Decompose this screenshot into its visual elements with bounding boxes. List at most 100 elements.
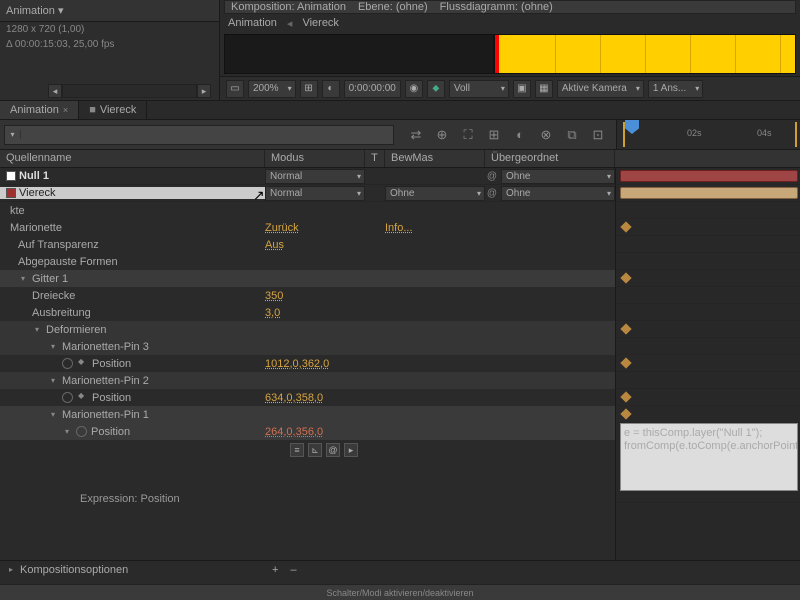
- parent-select[interactable]: Ohne: [501, 186, 615, 201]
- timeline-ruler[interactable]: 02s 04s: [616, 120, 800, 149]
- timecode[interactable]: 0:00:00:00: [344, 80, 401, 98]
- twirl-icon[interactable]: ▾: [18, 274, 28, 283]
- pickwhip-icon[interactable]: @: [485, 186, 499, 200]
- val-pos3[interactable]: 1012,0,362,0: [265, 358, 385, 370]
- prop-abgepaust[interactable]: Abgepauste Formen: [0, 256, 265, 268]
- channel-icon[interactable]: ⬥: [427, 80, 445, 98]
- val-info[interactable]: Info...: [385, 222, 465, 234]
- val-pos1[interactable]: 264,0,356,0: [265, 426, 385, 438]
- graph-icon[interactable]: ⧉: [562, 125, 582, 145]
- layer-bar-viereck[interactable]: [620, 187, 798, 199]
- keyframe-icon[interactable]: [620, 408, 631, 419]
- prop-ausbreitung[interactable]: Ausbreitung: [0, 307, 265, 319]
- val-dreiecke[interactable]: 350: [265, 290, 385, 302]
- mode-select[interactable]: Normal: [265, 186, 365, 201]
- snapshot-icon[interactable]: ◉: [405, 80, 423, 98]
- prop-pin2[interactable]: ▾Marionetten-Pin 2: [0, 375, 265, 387]
- layer-null1[interactable]: Null 1 Normal @Ohne: [0, 168, 615, 185]
- prop-pin3[interactable]: ▾Marionetten-Pin 3: [0, 341, 265, 353]
- mode-select[interactable]: Normal: [265, 169, 365, 184]
- val-pos2[interactable]: 634,0,358,0: [265, 392, 385, 404]
- crumb-viereck[interactable]: Viereck: [302, 17, 338, 29]
- prop-position1[interactable]: ▾Position: [0, 426, 265, 438]
- val-aus[interactable]: Aus: [265, 239, 385, 251]
- parent-select[interactable]: Ohne: [501, 169, 615, 184]
- tab-animation[interactable]: Animation×: [0, 101, 79, 119]
- keyframe-nav-icon[interactable]: [77, 358, 88, 369]
- timeline-area[interactable]: e = thisComp.layer("Null 1"); fromComp(e…: [615, 168, 800, 560]
- trackmatte-select[interactable]: Ohne: [385, 186, 485, 201]
- prop-gitter[interactable]: ▾Gitter 1: [0, 273, 265, 285]
- layer-name-input[interactable]: [19, 187, 250, 199]
- views-select[interactable]: 1 Ans...: [648, 80, 703, 98]
- zoom-select[interactable]: 200%: [248, 80, 296, 98]
- twirl-icon[interactable]: ▾: [62, 427, 72, 436]
- twirl-icon[interactable]: ▾: [32, 325, 42, 334]
- tool-icon-8[interactable]: ⊡: [588, 125, 608, 145]
- scroll-track[interactable]: [62, 84, 197, 98]
- layer-viereck[interactable]: Normal Ohne @Ohne: [0, 185, 615, 202]
- header-mode[interactable]: Modus: [265, 150, 365, 167]
- twirl-icon[interactable]: ▸: [6, 565, 16, 574]
- expr-pickwhip-icon[interactable]: @: [326, 443, 340, 457]
- val-ausbreitung[interactable]: 3,0: [265, 307, 385, 319]
- comp-title[interactable]: Animation ▾: [0, 0, 219, 22]
- timeline-search[interactable]: ▾: [4, 125, 394, 145]
- expression-editor[interactable]: e = thisComp.layer("Null 1"); fromComp(e…: [620, 423, 798, 491]
- prop-deformieren[interactable]: ▾Deformieren: [0, 324, 265, 336]
- prop-position3[interactable]: Position: [0, 358, 265, 370]
- region-icon[interactable]: ▣: [513, 80, 531, 98]
- playhead-icon[interactable]: [625, 120, 639, 134]
- scroll-right-icon[interactable]: ▸: [197, 84, 211, 98]
- stopwatch-icon[interactable]: [76, 426, 87, 437]
- search-dropdown-icon[interactable]: ▾: [5, 130, 21, 139]
- stopwatch-icon[interactable]: [62, 392, 73, 403]
- prop-pin1[interactable]: ▾Marionetten-Pin 1: [0, 409, 265, 421]
- close-icon[interactable]: ×: [63, 105, 68, 115]
- shy-icon[interactable]: ⛶: [458, 125, 478, 145]
- transparency-icon[interactable]: ▦: [535, 80, 553, 98]
- grid-icon[interactable]: ⊞: [300, 80, 318, 98]
- prop-position2[interactable]: Position: [0, 392, 265, 404]
- magnify-icon[interactable]: ▭: [226, 80, 244, 98]
- keyframe-nav-icon[interactable]: [77, 392, 88, 403]
- h-scrollbar[interactable]: ◂ ▸: [48, 84, 211, 98]
- pickwhip-icon[interactable]: @: [485, 169, 499, 183]
- header-name[interactable]: Quellenname: [0, 150, 265, 167]
- keyframe-icon[interactable]: [620, 391, 631, 402]
- plus-icon[interactable]: +: [266, 564, 284, 576]
- mask-icon[interactable]: ◐: [322, 80, 340, 98]
- minus-icon[interactable]: –: [284, 564, 302, 576]
- brain-icon[interactable]: ⊗: [536, 125, 556, 145]
- komp-options[interactable]: Kompositionsoptionen: [16, 564, 266, 576]
- layer-bar-null1[interactable]: [620, 170, 798, 182]
- tool-icon-2[interactable]: ⊕: [432, 125, 452, 145]
- resolution-select[interactable]: Voll: [449, 80, 509, 98]
- twirl-icon[interactable]: ▾: [48, 342, 58, 351]
- expr-graph-icon[interactable]: ⊾: [308, 443, 322, 457]
- camera-select[interactable]: Aktive Kamera: [557, 80, 644, 98]
- scroll-left-icon[interactable]: ◂: [48, 84, 62, 98]
- header-bew[interactable]: BewMas: [385, 150, 485, 167]
- header-t[interactable]: T: [365, 150, 385, 167]
- keyframe-icon[interactable]: [620, 357, 631, 368]
- motion-blur-icon[interactable]: ◐: [510, 125, 530, 145]
- tab-viereck[interactable]: ■ Viereck: [79, 101, 147, 119]
- prop-dreiecke[interactable]: Dreiecke: [0, 290, 265, 302]
- expr-enable-icon[interactable]: ≡: [290, 443, 304, 457]
- crumb-animation[interactable]: Animation: [228, 17, 277, 29]
- keyframe-icon[interactable]: [620, 323, 631, 334]
- frame-blend-icon[interactable]: ⊞: [484, 125, 504, 145]
- prop-marionette[interactable]: Marionette: [0, 222, 265, 234]
- header-parent[interactable]: Übergeordnet: [485, 150, 615, 167]
- twirl-icon[interactable]: ▾: [48, 410, 58, 419]
- stopwatch-icon[interactable]: [62, 358, 73, 369]
- tool-icon-1[interactable]: ⇄: [406, 125, 426, 145]
- preview-area[interactable]: [224, 34, 796, 74]
- twirl-icon[interactable]: ▾: [48, 376, 58, 385]
- prop-transparenz[interactable]: Auf Transparenz: [0, 239, 265, 251]
- keyframe-icon[interactable]: [620, 221, 631, 232]
- keyframe-icon[interactable]: [620, 272, 631, 283]
- expr-menu-icon[interactable]: ▸: [344, 443, 358, 457]
- val-zurueck[interactable]: Zurück: [265, 222, 385, 234]
